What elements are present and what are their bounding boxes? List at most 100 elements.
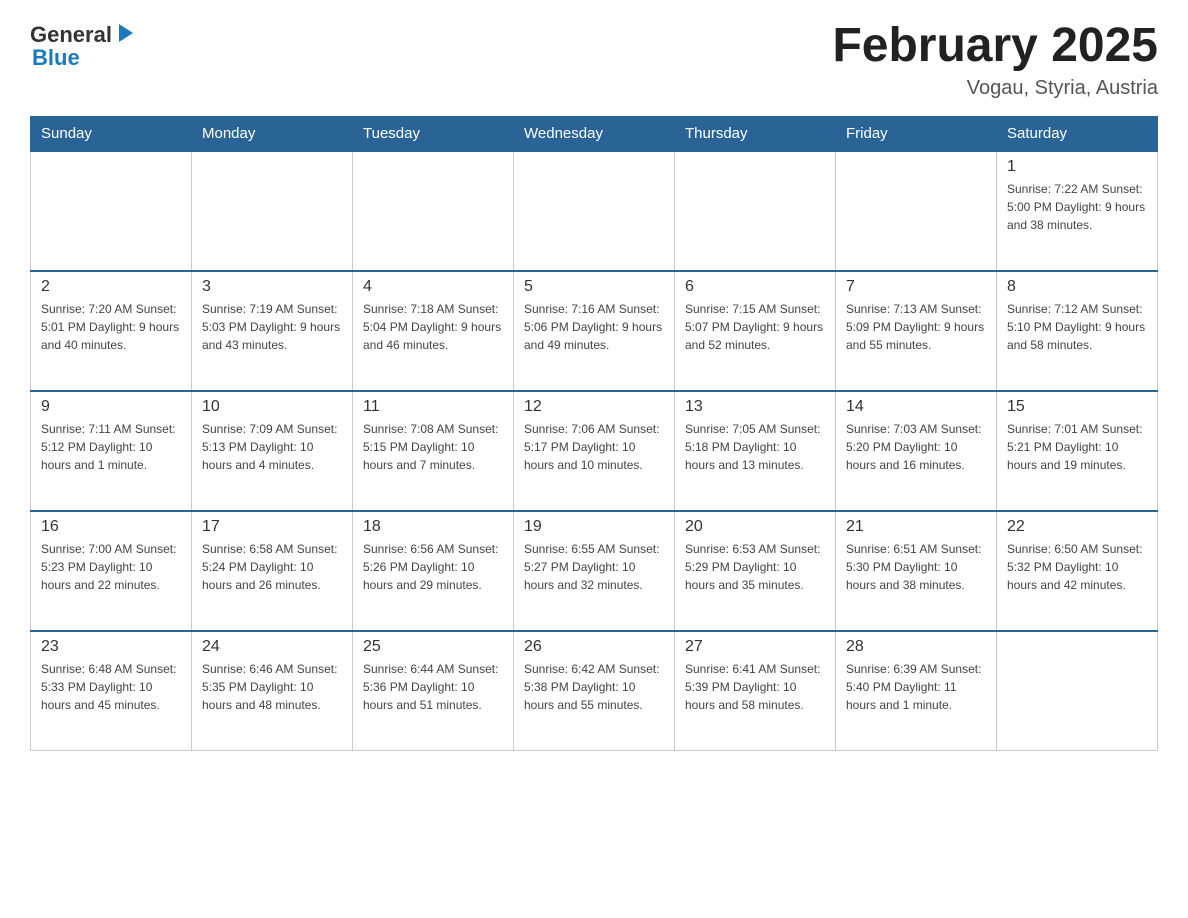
day-number: 20 bbox=[685, 518, 825, 536]
day-number: 12 bbox=[524, 398, 664, 416]
day-number: 19 bbox=[524, 518, 664, 536]
table-row bbox=[836, 151, 997, 271]
day-number: 18 bbox=[363, 518, 503, 536]
col-tuesday: Tuesday bbox=[353, 116, 514, 151]
day-info: Sunrise: 7:19 AM Sunset: 5:03 PM Dayligh… bbox=[202, 300, 342, 354]
day-info: Sunrise: 7:05 AM Sunset: 5:18 PM Dayligh… bbox=[685, 420, 825, 474]
col-monday: Monday bbox=[192, 116, 353, 151]
week-row-4: 23 Sunrise: 6:48 AM Sunset: 5:33 PM Dayli… bbox=[31, 631, 1158, 751]
table-row: 28 Sunrise: 6:39 AM Sunset: 5:40 PM Dayli… bbox=[836, 631, 997, 751]
day-number: 28 bbox=[846, 638, 986, 656]
day-number: 2 bbox=[41, 278, 181, 296]
week-row-2: 9 Sunrise: 7:11 AM Sunset: 5:12 PM Daylig… bbox=[31, 391, 1158, 511]
day-info: Sunrise: 7:13 AM Sunset: 5:09 PM Dayligh… bbox=[846, 300, 986, 354]
week-row-3: 16 Sunrise: 7:00 AM Sunset: 5:23 PM Dayli… bbox=[31, 511, 1158, 631]
table-row: 14 Sunrise: 7:03 AM Sunset: 5:20 PM Dayli… bbox=[836, 391, 997, 511]
day-number: 9 bbox=[41, 398, 181, 416]
title-block: February 2025 Vogau, Styria, Austria bbox=[832, 20, 1158, 100]
calendar-subtitle: Vogau, Styria, Austria bbox=[832, 77, 1158, 100]
table-row: 21Sunrise: 6:51 AM Sunset: 5:30 PM Dayli… bbox=[836, 511, 997, 631]
day-info: Sunrise: 6:58 AM Sunset: 5:24 PM Dayligh… bbox=[202, 540, 342, 594]
table-row: 10 Sunrise: 7:09 AM Sunset: 5:13 PM Dayli… bbox=[192, 391, 353, 511]
table-row bbox=[192, 151, 353, 271]
calendar-title: February 2025 bbox=[832, 20, 1158, 73]
day-info: Sunrise: 6:51 AM Sunset: 5:30 PM Dayligh… bbox=[846, 540, 986, 594]
table-row: 15Sunrise: 7:01 AM Sunset: 5:21 PM Dayli… bbox=[997, 391, 1158, 511]
logo-blue-text: Blue bbox=[32, 45, 137, 71]
day-info: Sunrise: 6:44 AM Sunset: 5:36 PM Dayligh… bbox=[363, 660, 503, 714]
day-number: 4 bbox=[363, 278, 503, 296]
calendar-table: Sunday Monday Tuesday Wednesday Thursday… bbox=[30, 116, 1158, 752]
day-info: Sunrise: 6:41 AM Sunset: 5:39 PM Dayligh… bbox=[685, 660, 825, 714]
table-row: 17 Sunrise: 6:58 AM Sunset: 5:24 PM Dayli… bbox=[192, 511, 353, 631]
day-number: 27 bbox=[685, 638, 825, 656]
day-info: Sunrise: 7:09 AM Sunset: 5:13 PM Dayligh… bbox=[202, 420, 342, 474]
week-row-1: 2 Sunrise: 7:20 AM Sunset: 5:01 PM Daylig… bbox=[31, 271, 1158, 391]
table-row: 18 Sunrise: 6:56 AM Sunset: 5:26 PM Dayli… bbox=[353, 511, 514, 631]
table-row: 11 Sunrise: 7:08 AM Sunset: 5:15 PM Dayli… bbox=[353, 391, 514, 511]
logo: General Blue bbox=[30, 20, 137, 71]
week-row-0: 1 Sunrise: 7:22 AM Sunset: 5:00 PM Daylig… bbox=[31, 151, 1158, 271]
day-info: Sunrise: 6:39 AM Sunset: 5:40 PM Dayligh… bbox=[846, 660, 986, 714]
day-number: 14 bbox=[846, 398, 986, 416]
day-number: 26 bbox=[524, 638, 664, 656]
table-row: 19 Sunrise: 6:55 AM Sunset: 5:27 PM Dayli… bbox=[514, 511, 675, 631]
day-info: Sunrise: 6:42 AM Sunset: 5:38 PM Dayligh… bbox=[524, 660, 664, 714]
day-info: Sunrise: 7:01 AM Sunset: 5:21 PM Dayligh… bbox=[1007, 420, 1147, 474]
day-info: Sunrise: 6:46 AM Sunset: 5:35 PM Dayligh… bbox=[202, 660, 342, 714]
day-number: 10 bbox=[202, 398, 342, 416]
table-row: 23 Sunrise: 6:48 AM Sunset: 5:33 PM Dayli… bbox=[31, 631, 192, 751]
day-number: 24 bbox=[202, 638, 342, 656]
day-info: Sunrise: 6:56 AM Sunset: 5:26 PM Dayligh… bbox=[363, 540, 503, 594]
day-info: Sunrise: 7:03 AM Sunset: 5:20 PM Dayligh… bbox=[846, 420, 986, 474]
col-thursday: Thursday bbox=[675, 116, 836, 151]
table-row bbox=[675, 151, 836, 271]
day-number: 17 bbox=[202, 518, 342, 536]
day-info: Sunrise: 7:16 AM Sunset: 5:06 PM Dayligh… bbox=[524, 300, 664, 354]
table-row: 1 Sunrise: 7:22 AM Sunset: 5:00 PM Daylig… bbox=[997, 151, 1158, 271]
table-row: 16 Sunrise: 7:00 AM Sunset: 5:23 PM Dayli… bbox=[31, 511, 192, 631]
table-row: 13 Sunrise: 7:05 AM Sunset: 5:18 PM Dayli… bbox=[675, 391, 836, 511]
table-row bbox=[31, 151, 192, 271]
table-row: 27 Sunrise: 6:41 AM Sunset: 5:39 PM Dayli… bbox=[675, 631, 836, 751]
day-info: Sunrise: 7:22 AM Sunset: 5:00 PM Dayligh… bbox=[1007, 180, 1147, 234]
header-row: Sunday Monday Tuesday Wednesday Thursday… bbox=[31, 116, 1158, 151]
day-number: 16 bbox=[41, 518, 181, 536]
col-wednesday: Wednesday bbox=[514, 116, 675, 151]
table-row: 26 Sunrise: 6:42 AM Sunset: 5:38 PM Dayli… bbox=[514, 631, 675, 751]
table-row: 8Sunrise: 7:12 AM Sunset: 5:10 PM Daylig… bbox=[997, 271, 1158, 391]
day-number: 25 bbox=[363, 638, 503, 656]
table-row bbox=[514, 151, 675, 271]
day-number: 3 bbox=[202, 278, 342, 296]
day-info: Sunrise: 7:12 AM Sunset: 5:10 PM Dayligh… bbox=[1007, 300, 1147, 354]
table-row: 3 Sunrise: 7:19 AM Sunset: 5:03 PM Daylig… bbox=[192, 271, 353, 391]
day-info: Sunrise: 7:20 AM Sunset: 5:01 PM Dayligh… bbox=[41, 300, 181, 354]
day-number: 5 bbox=[524, 278, 664, 296]
day-number: 11 bbox=[363, 398, 503, 416]
day-number: 23 bbox=[41, 638, 181, 656]
col-friday: Friday bbox=[836, 116, 997, 151]
table-row: 22Sunrise: 6:50 AM Sunset: 5:32 PM Dayli… bbox=[997, 511, 1158, 631]
table-row bbox=[997, 631, 1158, 751]
table-row: 20Sunrise: 6:53 AM Sunset: 5:29 PM Dayli… bbox=[675, 511, 836, 631]
table-row bbox=[353, 151, 514, 271]
col-saturday: Saturday bbox=[997, 116, 1158, 151]
day-info: Sunrise: 7:00 AM Sunset: 5:23 PM Dayligh… bbox=[41, 540, 181, 594]
table-row: 4Sunrise: 7:18 AM Sunset: 5:04 PM Daylig… bbox=[353, 271, 514, 391]
page-header: General Blue February 2025 Vogau, Styria… bbox=[30, 20, 1158, 100]
day-number: 7 bbox=[846, 278, 986, 296]
day-info: Sunrise: 7:06 AM Sunset: 5:17 PM Dayligh… bbox=[524, 420, 664, 474]
table-row: 12 Sunrise: 7:06 AM Sunset: 5:17 PM Dayli… bbox=[514, 391, 675, 511]
table-row: 24 Sunrise: 6:46 AM Sunset: 5:35 PM Dayli… bbox=[192, 631, 353, 751]
day-info: Sunrise: 6:48 AM Sunset: 5:33 PM Dayligh… bbox=[41, 660, 181, 714]
day-number: 13 bbox=[685, 398, 825, 416]
day-info: Sunrise: 6:55 AM Sunset: 5:27 PM Dayligh… bbox=[524, 540, 664, 594]
logo-general-text: General bbox=[30, 22, 112, 48]
table-row: 9 Sunrise: 7:11 AM Sunset: 5:12 PM Daylig… bbox=[31, 391, 192, 511]
day-number: 1 bbox=[1007, 158, 1147, 176]
col-sunday: Sunday bbox=[31, 116, 192, 151]
table-row: 5 Sunrise: 7:16 AM Sunset: 5:06 PM Daylig… bbox=[514, 271, 675, 391]
day-info: Sunrise: 7:08 AM Sunset: 5:15 PM Dayligh… bbox=[363, 420, 503, 474]
day-info: Sunrise: 6:50 AM Sunset: 5:32 PM Dayligh… bbox=[1007, 540, 1147, 594]
day-info: Sunrise: 7:11 AM Sunset: 5:12 PM Dayligh… bbox=[41, 420, 181, 474]
